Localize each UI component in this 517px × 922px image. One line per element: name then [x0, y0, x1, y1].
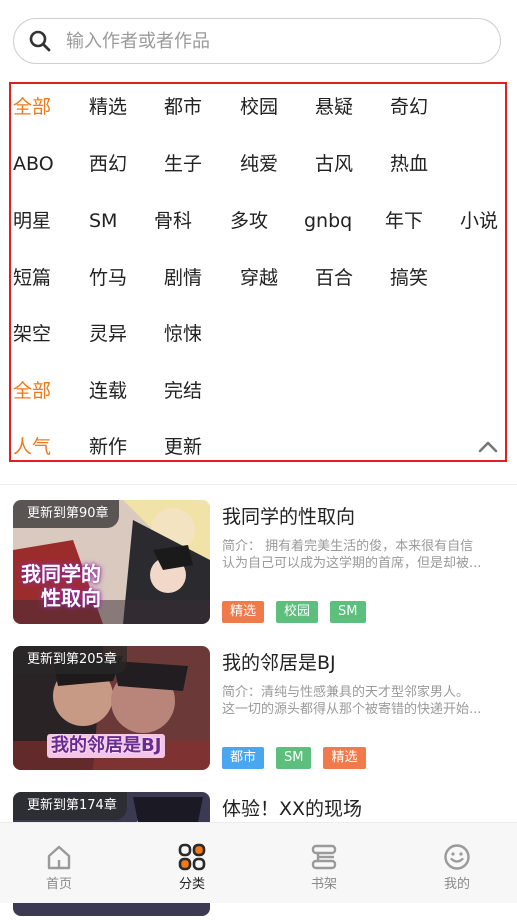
- filter-chip[interactable]: 明星: [13, 201, 51, 241]
- bottom-nav: 首页 分类 书架 我的: [0, 822, 517, 903]
- tag[interactable]: 精选: [222, 601, 265, 623]
- nav-label: 分类: [178, 877, 205, 892]
- search-input[interactable]: [64, 29, 468, 53]
- filter-chip[interactable]: 精选: [89, 87, 127, 127]
- nav-bookshelf[interactable]: 书架: [279, 823, 369, 903]
- profile-icon: [444, 844, 470, 870]
- filter-chip[interactable]: 多攻: [230, 201, 268, 241]
- filter-chip[interactable]: 奇幻: [390, 87, 428, 127]
- category-icon: [178, 843, 206, 871]
- nav-category[interactable]: 分类: [147, 823, 237, 903]
- filter-chip[interactable]: ABO: [13, 144, 54, 184]
- filter-chip[interactable]: 小说: [460, 201, 498, 241]
- tag[interactable]: 精选: [323, 747, 366, 769]
- filter-chip[interactable]: 西幻: [89, 144, 127, 184]
- filter-chip[interactable]: 剧情: [164, 258, 202, 298]
- filter-chip[interactable]: 生子: [164, 144, 202, 184]
- nav-profile[interactable]: 我的: [412, 823, 502, 903]
- filter-chip[interactable]: 年下: [385, 201, 423, 241]
- filter-row-genre: 短篇 竹马 剧情 穿越 百合 搞笑: [11, 258, 505, 298]
- filter-chip[interactable]: 竹马: [89, 258, 127, 298]
- filter-row-genre: 明星 SM 骨科 多攻 gnbq 年下 小说: [11, 201, 505, 241]
- tag-list: 精选 校园 SM: [222, 601, 366, 623]
- filter-chip[interactable]: 百合: [315, 258, 353, 298]
- filter-chip[interactable]: 都市: [164, 87, 202, 127]
- search-bar[interactable]: [13, 18, 501, 64]
- update-badge: 更新到第205章: [13, 646, 127, 674]
- tag[interactable]: SM: [330, 601, 366, 623]
- search-icon: [29, 30, 51, 52]
- book-cover[interactable]: 更新到第90章 我同学的 性取向: [13, 500, 210, 624]
- bookshelf-icon: [311, 844, 337, 870]
- filter-chip[interactable]: 全部: [13, 371, 51, 411]
- filter-row-genre: 全部 精选 都市 校园 悬疑 奇幻: [11, 87, 505, 127]
- book-title[interactable]: 我的邻居是BJ: [222, 648, 336, 675]
- filter-chip[interactable]: SM: [89, 201, 117, 241]
- book-cover[interactable]: 更新到第205章 我的邻居是BJ: [13, 646, 210, 770]
- filter-chip[interactable]: 短篇: [13, 258, 51, 298]
- collapse-arrow-icon[interactable]: [477, 438, 499, 456]
- cover-title: 我同学的 性取向: [21, 562, 101, 610]
- filter-chip[interactable]: 悬疑: [315, 87, 353, 127]
- filter-row-status: 全部 连载 完结: [11, 371, 505, 411]
- filter-chip[interactable]: 穿越: [240, 258, 278, 298]
- tag-list: 都市 SM 精选: [222, 747, 366, 769]
- filter-chip[interactable]: 灵异: [89, 314, 127, 354]
- book-title[interactable]: 我同学的性取向: [222, 502, 355, 529]
- update-badge: 更新到第174章: [13, 792, 127, 820]
- filter-chip[interactable]: 热血: [390, 144, 428, 184]
- filter-chip[interactable]: 骨科: [154, 201, 192, 241]
- book-item[interactable]: 更新到第90章 我同学的 性取向 我同学的性取向 简介： 拥有着完美生活的俊，本…: [0, 500, 517, 630]
- filter-chip[interactable]: 完结: [164, 371, 202, 411]
- nav-label: 首页: [45, 877, 72, 892]
- filter-chip[interactable]: 校园: [240, 87, 278, 127]
- nav-label: 我的: [443, 877, 470, 892]
- book-item[interactable]: 更新到第205章 我的邻居是BJ 我的邻居是BJ 简介：清纯与性感兼具的天才型邻…: [0, 646, 517, 776]
- cover-title: 我的邻居是BJ: [47, 734, 166, 758]
- filter-chip[interactable]: 更新: [164, 427, 202, 467]
- book-intro: 简介： 拥有着完美生活的俊，本来很有自信 认为自己可以成为这学期的首席，但是却被…: [222, 539, 482, 571]
- home-icon: [47, 845, 71, 870]
- tag[interactable]: SM: [276, 747, 312, 769]
- filter-chip[interactable]: 人气: [13, 427, 51, 467]
- update-badge: 更新到第90章: [13, 500, 119, 528]
- filter-chip[interactable]: 连载: [89, 371, 127, 411]
- filter-row-genre: ABO 西幻 生子 纯爱 古风 热血: [11, 144, 505, 184]
- filter-chip[interactable]: 新作: [89, 427, 127, 467]
- tag[interactable]: 校园: [276, 601, 319, 623]
- filter-chip[interactable]: 架空: [13, 314, 51, 354]
- tag[interactable]: 都市: [222, 747, 265, 769]
- filter-row-sort: 人气 新作 更新: [11, 427, 505, 467]
- filter-chip[interactable]: 古风: [315, 144, 353, 184]
- nav-home[interactable]: 首页: [14, 823, 104, 903]
- filter-chip[interactable]: 全部: [13, 87, 51, 127]
- filter-panel: 全部 精选 都市 校园 悬疑 奇幻 ABO 西幻 生子 纯爱 古风 热血 明星 SM 骨科 多攻 gnbq 年下小…: [9, 82, 507, 462]
- filter-chip[interactable]: 惊悚: [164, 314, 202, 354]
- nav-label: 书架: [310, 877, 337, 892]
- book-intro: 简介：清纯与性感兼具的天才型邻家男人。 这一切的源头都得从那个被寄错的快递开始.…: [222, 685, 482, 717]
- divider: [0, 484, 517, 485]
- filter-chip[interactable]: 纯爱: [240, 144, 278, 184]
- filter-chip[interactable]: gnbq: [304, 201, 352, 241]
- filter-chip[interactable]: 搞笑: [390, 258, 428, 298]
- filter-row-genre: 架空 灵异 惊悚: [11, 314, 505, 354]
- book-title[interactable]: 体验！XX的现场: [222, 794, 362, 821]
